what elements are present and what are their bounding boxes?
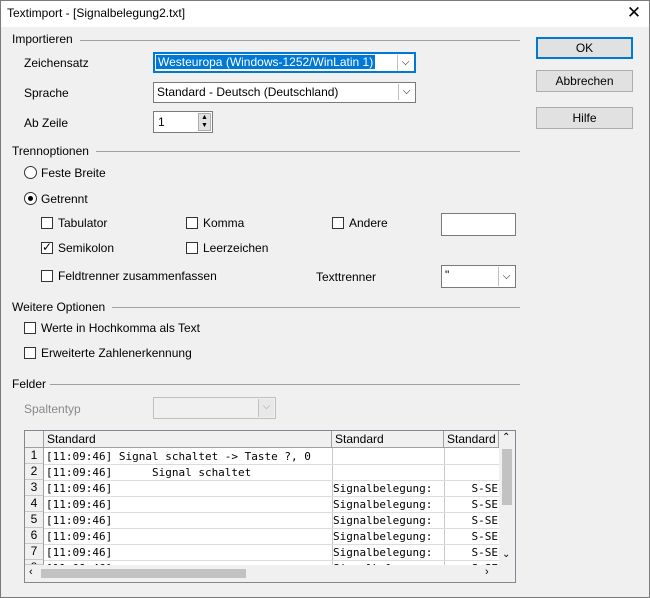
from-row-value: 1 (158, 115, 165, 129)
row-number: 5 (25, 512, 44, 528)
scroll-right-icon[interactable]: › (485, 566, 489, 578)
table-cell: [11:09:46] Signal schaltet (46, 466, 252, 479)
row-number: 7 (25, 544, 44, 560)
vertical-scroll-thumb[interactable] (502, 449, 512, 505)
tab-checkbox[interactable] (41, 217, 53, 229)
semicolon-label[interactable]: Semikolon (58, 241, 114, 255)
quoted-as-text-checkbox[interactable] (24, 322, 36, 334)
table-cell: S-SE (471, 498, 499, 511)
text-delimiter-label: Texttrenner (316, 270, 377, 284)
spin-down-icon[interactable]: ▼ (199, 122, 210, 130)
vertical-scrollbar[interactable]: ⌃ ⌄ (499, 431, 515, 565)
ok-button[interactable]: OK (536, 37, 633, 59)
table-cell: Signalbelegung: (333, 482, 433, 495)
other-separator-input[interactable] (441, 213, 516, 236)
section-import-label: Importieren (12, 32, 73, 46)
row-number: 3 (25, 480, 44, 496)
charset-select[interactable]: Westeuropa (Windows-1252/WinLatin 1) ⌵ (153, 52, 416, 73)
table-cell: [11:09:46] (46, 530, 113, 543)
table-cell: Signalbelegung: (333, 530, 433, 543)
charset-label: Zeichensatz (24, 56, 89, 70)
chevron-down-icon[interactable]: ⌵ (498, 267, 514, 286)
comma-checkbox[interactable] (186, 217, 198, 229)
scroll-left-icon[interactable]: ‹ (29, 566, 33, 578)
help-button[interactable]: Hilfe (536, 107, 633, 129)
chevron-down-icon[interactable]: ⌵ (397, 55, 413, 71)
language-select[interactable]: Standard - Deutsch (Deutschland) ⌵ (153, 82, 416, 103)
merge-delimiters-label[interactable]: Feldtrenner zusammenfassen (58, 269, 217, 283)
row-number: 6 (25, 528, 44, 544)
title-bar: Textimport - [Signalbelegung2.txt] ✕ (1, 1, 649, 27)
row-number: 2 (25, 464, 44, 480)
column-header[interactable]: Standard (332, 431, 444, 448)
separated-radio[interactable] (24, 192, 37, 205)
text-delimiter-value: " (445, 268, 450, 282)
close-icon[interactable]: ✕ (623, 3, 645, 23)
section-separator-label: Trennoptionen (12, 144, 89, 158)
section-fields-label: Felder (12, 377, 47, 391)
chevron-down-icon[interactable]: ⌵ (398, 84, 414, 100)
table-cell: [11:09:46] (46, 482, 113, 495)
scroll-up-icon[interactable]: ⌃ (502, 432, 510, 443)
fixed-width-radio[interactable] (24, 166, 37, 179)
text-delimiter-select[interactable]: " ⌵ (441, 265, 516, 288)
horizontal-scroll-thumb[interactable] (41, 569, 246, 578)
table-cell: [11:09:46] (46, 498, 113, 511)
scroll-corner (499, 565, 515, 582)
language-value: Standard - Deutsch (Deutschland) (157, 85, 339, 99)
separated-label[interactable]: Getrennt (41, 192, 88, 206)
fixed-width-label[interactable]: Feste Breite (41, 166, 106, 180)
spin-buttons[interactable]: ▲ ▼ (198, 113, 211, 131)
space-checkbox[interactable] (186, 242, 198, 254)
row-number: 4 (25, 496, 44, 512)
table-cell: S-SE (471, 546, 499, 559)
window-title: Textimport - [Signalbelegung2.txt] (7, 6, 186, 20)
column-type-label: Spaltentyp (24, 402, 81, 416)
detect-numbers-label[interactable]: Erweiterte Zahlenerkennung (41, 346, 192, 360)
table-cell: Signalbelegung: (333, 514, 433, 527)
table-cell: [11:09:46] (46, 514, 113, 527)
section-other-options-label: Weitere Optionen (12, 300, 106, 314)
from-row-spinner[interactable]: 1 ▲ ▼ (153, 111, 213, 133)
table-cell: S-SE (471, 514, 499, 527)
column-type-select[interactable]: ⌵ (153, 397, 276, 419)
row-number: 1 (25, 448, 44, 464)
comma-label[interactable]: Komma (203, 216, 244, 230)
scroll-down-icon[interactable]: ⌄ (502, 549, 510, 560)
merge-delimiters-checkbox[interactable] (41, 270, 53, 282)
cancel-button[interactable]: Abbrechen (536, 70, 633, 92)
section-divider (112, 307, 520, 308)
other-checkbox[interactable] (332, 217, 344, 229)
quoted-as-text-label[interactable]: Werte in Hochkomma als Text (41, 321, 200, 335)
detect-numbers-checkbox[interactable] (24, 347, 36, 359)
language-label: Sprache (24, 86, 69, 100)
table-cell: [11:09:46] (46, 546, 113, 559)
other-label[interactable]: Andere (349, 216, 388, 230)
charset-value: Westeuropa (Windows-1252/WinLatin 1) (156, 55, 376, 69)
section-divider (80, 40, 520, 41)
space-label[interactable]: Leerzeichen (203, 241, 268, 255)
preview-table[interactable]: Standard Standard Standard 1 [11:09:46] … (24, 430, 516, 583)
chevron-down-icon: ⌵ (258, 399, 274, 417)
corner-header (25, 431, 44, 448)
table-cell: Signalbelegung: (333, 498, 433, 511)
table-cell: [11:09:46] Signal schaltet -> Taste ?, 0 (46, 450, 311, 463)
table-cell: Signalbelegung: (333, 546, 433, 559)
section-divider (96, 151, 520, 152)
horizontal-scrollbar[interactable]: ‹ › (25, 565, 499, 582)
table-cell: S-SE (471, 482, 499, 495)
section-divider (50, 384, 520, 385)
semicolon-checkbox[interactable] (41, 240, 53, 254)
table-cell: S-SE (471, 530, 499, 543)
spin-up-icon[interactable]: ▲ (199, 114, 210, 122)
from-row-label: Ab Zeile (24, 116, 69, 130)
tab-label[interactable]: Tabulator (58, 216, 107, 230)
column-header[interactable]: Standard (444, 431, 499, 448)
column-header[interactable]: Standard (44, 431, 332, 448)
